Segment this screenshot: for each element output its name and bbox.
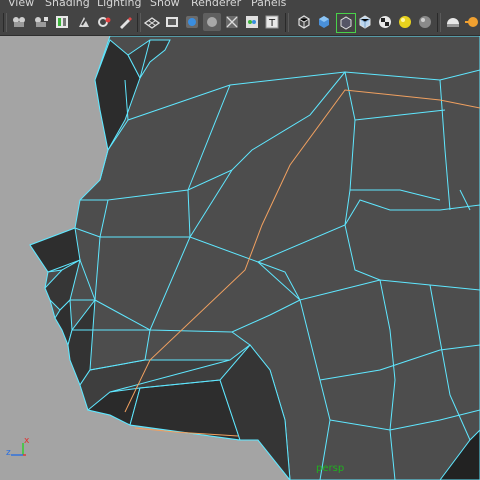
xray-icon[interactable] (356, 13, 374, 31)
grease-pencil-icon[interactable] (96, 13, 114, 31)
axis-z-label: z (6, 448, 11, 458)
svg-text:T: T (268, 18, 276, 29)
menu-panels[interactable]: Panels (251, 0, 286, 9)
field-chart-icon[interactable] (223, 13, 241, 31)
axis-indicator: x z (6, 436, 32, 462)
safe-action-icon[interactable] (243, 13, 261, 31)
viewport-3d[interactable] (0, 36, 480, 480)
menu-shading[interactable]: Shading (45, 0, 90, 9)
pencil-icon[interactable] (116, 13, 134, 31)
film-gate-icon[interactable] (163, 13, 181, 31)
select-camera-icon[interactable] (10, 13, 28, 31)
menu-lighting[interactable]: Lighting (97, 0, 141, 9)
camera-attributes-icon[interactable] (32, 13, 50, 31)
safe-title-icon[interactable]: T (263, 13, 281, 31)
panel-toolbar: T (0, 10, 480, 36)
ambient-occlusion-icon[interactable] (444, 13, 462, 31)
use-all-lights-icon[interactable] (396, 13, 414, 31)
menu-view[interactable]: View (8, 0, 34, 9)
grid-icon[interactable] (143, 13, 161, 31)
resolution-gate-icon[interactable] (183, 13, 201, 31)
shadows-icon[interactable] (416, 13, 434, 31)
panel-menu-bar: View Shading Lighting Show Renderer Pane… (0, 0, 480, 10)
camera-name-label: persp (316, 463, 345, 474)
motion-blur-icon[interactable] (463, 13, 480, 31)
smooth-shade-icon[interactable] (315, 13, 333, 31)
toolbar-divider (285, 13, 289, 32)
axis-x-label: x (24, 436, 30, 446)
wireframe-icon[interactable] (295, 13, 313, 31)
menu-show[interactable]: Show (150, 0, 180, 9)
textured-icon[interactable] (376, 13, 394, 31)
bookmark-icon[interactable] (53, 13, 71, 31)
wireframe-on-shaded-icon[interactable] (336, 13, 356, 33)
toolbar-divider (137, 13, 141, 32)
toolbar-divider (437, 13, 441, 32)
model-view (0, 36, 480, 480)
toolbar-divider (3, 13, 7, 32)
menu-renderer[interactable]: Renderer (191, 0, 241, 9)
image-plane-icon[interactable] (75, 13, 93, 31)
gate-mask-icon[interactable] (203, 13, 221, 31)
